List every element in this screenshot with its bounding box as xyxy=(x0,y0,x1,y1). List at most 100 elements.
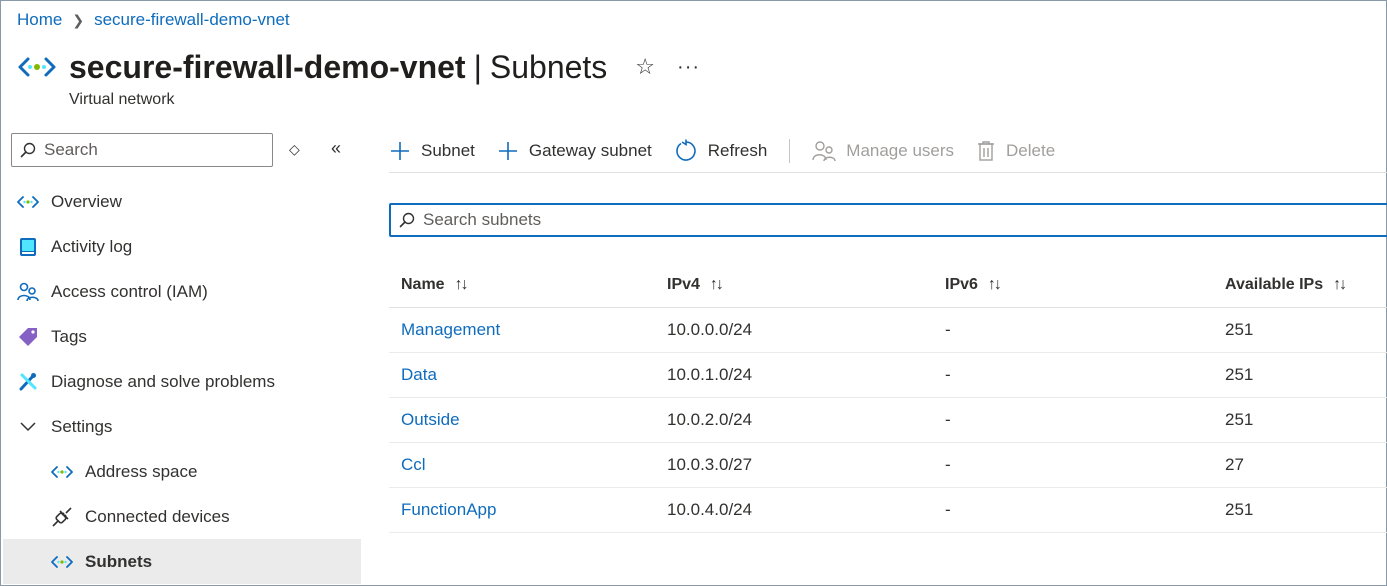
breadcrumb: Home ❯ secure-firewall-demo-vnet xyxy=(17,10,290,30)
wrench-icon xyxy=(17,371,39,393)
resource-type: Virtual network xyxy=(69,91,175,108)
subnet-name-link[interactable]: Outside xyxy=(401,410,460,429)
ipv6-cell: - xyxy=(945,365,951,384)
available-ips-cell: 251 xyxy=(1225,365,1254,384)
app-frame: Home ❯ secure-firewall-demo-vnet secure-… xyxy=(0,0,1387,586)
sort-icon[interactable]: ↑↓ xyxy=(988,276,1002,294)
subnet-search-input[interactable] xyxy=(423,210,1023,230)
plug-icon xyxy=(51,506,73,528)
star-icon[interactable]: ☆ xyxy=(635,54,655,80)
ipv4-cell: 10.0.0.0/24 xyxy=(667,320,753,339)
sidebar-item-label: Tags xyxy=(51,326,87,346)
sidebar-item-connected-devices[interactable]: Connected devices xyxy=(3,494,361,539)
table-row: Outside 10.0.2.0/24 - 251 xyxy=(389,398,1387,443)
column-label: IPv6 xyxy=(945,276,978,293)
column-header-ipv4[interactable]: IPv4 ↑↓ xyxy=(667,276,945,294)
page-title: secure-firewall-demo-vnet | Subnets xyxy=(69,47,607,87)
table-header: Name ↑↓ IPv4 ↑↓ IPv6 ↑↓ Available IPs ↑↓ xyxy=(389,263,1387,308)
ipv6-cell: - xyxy=(945,455,951,474)
add-subnet-button[interactable]: Subnet xyxy=(389,140,475,162)
manage-users-label: Manage users xyxy=(846,140,955,160)
sidebar-item-subnets[interactable]: Subnets xyxy=(3,539,361,584)
refresh-button[interactable]: Refresh xyxy=(674,139,768,163)
sort-icon[interactable]: ↑↓ xyxy=(1333,276,1347,294)
refresh-icon xyxy=(674,139,698,163)
subnet-name-link[interactable]: FunctionApp xyxy=(401,500,496,519)
ipv6-cell: - xyxy=(945,410,951,429)
vnet-icon xyxy=(17,191,39,213)
manage-users-button[interactable]: Manage users xyxy=(812,140,954,162)
search-icon xyxy=(20,142,36,158)
people-icon xyxy=(17,281,39,303)
sidebar-item-overview[interactable]: Overview xyxy=(3,179,361,224)
title-separator: | xyxy=(473,49,482,85)
sort-icon[interactable]: ↑↓ xyxy=(455,276,469,294)
sidebar-item-diagnose[interactable]: Diagnose and solve problems xyxy=(3,359,361,404)
sidebar-item-address-space[interactable]: Address space xyxy=(3,449,361,494)
subnets-table: Name ↑↓ IPv4 ↑↓ IPv6 ↑↓ Available IPs ↑↓… xyxy=(389,263,1387,533)
sidebar-item-activity-log[interactable]: Activity log xyxy=(3,224,361,269)
ipv4-cell: 10.0.4.0/24 xyxy=(667,500,753,519)
sort-icon[interactable]: ↑↓ xyxy=(710,276,724,294)
table-row: FunctionApp 10.0.4.0/24 - 251 xyxy=(389,488,1387,533)
chevron-down-icon xyxy=(17,416,39,438)
command-bar: Subnet Gateway subnet Refresh Manage use… xyxy=(389,129,1387,173)
ipv4-cell: 10.0.1.0/24 xyxy=(667,365,753,384)
available-ips-cell: 251 xyxy=(1225,320,1254,339)
sidebar-item-label: Settings xyxy=(51,416,113,436)
sidebar-search[interactable] xyxy=(11,133,273,167)
add-gateway-subnet-label: Gateway subnet xyxy=(528,140,652,160)
vnet-icon xyxy=(18,57,56,77)
sidebar-item-label: Access control (IAM) xyxy=(51,281,208,301)
add-gateway-subnet-button[interactable]: Gateway subnet xyxy=(497,140,652,162)
sidebar-nav: Overview Activity log Access control (IA… xyxy=(3,179,361,584)
sidebar-item-access-control[interactable]: Access control (IAM) xyxy=(3,269,361,314)
ipv6-cell: - xyxy=(945,500,951,519)
sidebar-item-tags[interactable]: Tags xyxy=(3,314,361,359)
refresh-label: Refresh xyxy=(707,140,768,160)
table-row: Management 10.0.0.0/24 - 251 xyxy=(389,308,1387,353)
column-label: IPv4 xyxy=(667,276,700,293)
plus-icon xyxy=(389,140,411,162)
sidebar-item-label: Subnets xyxy=(85,551,153,571)
sidebar-item-label: Connected devices xyxy=(85,506,230,526)
table-row: Ccl 10.0.3.0/27 - 27 xyxy=(389,443,1387,488)
chevron-right-icon: ❯ xyxy=(72,11,85,28)
ipv4-cell: 10.0.3.0/27 xyxy=(667,455,753,474)
vnet-icon xyxy=(51,461,73,483)
section-name: Subnets xyxy=(489,49,608,85)
subnet-search[interactable] xyxy=(389,203,1387,237)
subnet-name-link[interactable]: Data xyxy=(401,365,437,384)
available-ips-cell: 251 xyxy=(1225,500,1254,519)
expand-collapse-icon[interactable]: ◇ xyxy=(289,141,300,158)
search-icon xyxy=(399,212,415,228)
sidebar-item-label: Overview xyxy=(51,191,122,211)
sidebar-search-input[interactable] xyxy=(44,140,254,160)
breadcrumb-home[interactable]: Home xyxy=(17,10,62,30)
subnet-name-link[interactable]: Management xyxy=(401,320,500,339)
column-label: Available IPs xyxy=(1225,276,1324,293)
ipv4-cell: 10.0.2.0/24 xyxy=(667,410,753,429)
delete-label: Delete xyxy=(1006,140,1056,160)
breadcrumb-current[interactable]: secure-firewall-demo-vnet xyxy=(94,10,290,30)
sidebar-item-label: Activity log xyxy=(51,236,133,256)
resource-name: secure-firewall-demo-vnet xyxy=(69,49,466,85)
delete-button[interactable]: Delete xyxy=(976,140,1055,162)
column-header-name[interactable]: Name ↑↓ xyxy=(389,276,667,294)
people-icon xyxy=(812,140,836,162)
more-options-button[interactable]: ··· xyxy=(677,56,700,79)
collapse-menu-icon[interactable]: « xyxy=(331,138,341,159)
column-header-available-ips[interactable]: Available IPs ↑↓ xyxy=(1225,276,1387,294)
ipv6-cell: - xyxy=(945,320,951,339)
toolbar-divider xyxy=(789,138,791,163)
subnet-name-link[interactable]: Ccl xyxy=(401,455,426,474)
activity-log-icon xyxy=(17,236,39,258)
plus-icon xyxy=(497,140,519,162)
column-header-ipv6[interactable]: IPv6 ↑↓ xyxy=(945,276,1225,294)
tag-icon xyxy=(17,326,39,348)
sidebar-group-settings[interactable]: Settings xyxy=(3,404,361,449)
table-row: Data 10.0.1.0/24 - 251 xyxy=(389,353,1387,398)
column-label: Name xyxy=(401,276,445,293)
vnet-icon xyxy=(51,551,73,573)
trash-icon xyxy=(976,140,996,162)
